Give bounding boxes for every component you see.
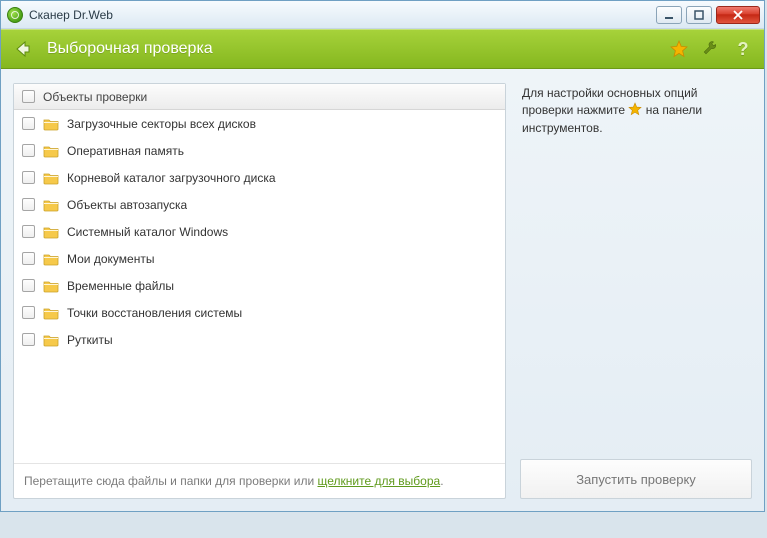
item-checkbox[interactable]: [22, 144, 35, 157]
hint-line1: Для настройки основных опций: [522, 86, 697, 100]
maximize-button[interactable]: [686, 6, 712, 24]
settings-hint: Для настройки основных опций проверки на…: [520, 83, 752, 137]
app-icon: [7, 7, 23, 23]
list-item[interactable]: Точки восстановления системы: [14, 299, 505, 326]
favorite-button[interactable]: [670, 40, 688, 58]
item-checkbox[interactable]: [22, 279, 35, 292]
folder-icon: [43, 225, 59, 239]
question-icon: ?: [738, 39, 749, 60]
folder-icon: [43, 333, 59, 347]
scan-objects-panel: Объекты проверки Загрузочные секторы все…: [13, 83, 506, 499]
item-label: Оперативная память: [67, 144, 184, 158]
run-scan-button[interactable]: Запустить проверку: [520, 459, 752, 499]
window-title: Сканер Dr.Web: [29, 8, 113, 22]
item-checkbox[interactable]: [22, 225, 35, 238]
help-button[interactable]: ?: [734, 40, 752, 58]
list-item[interactable]: Мои документы: [14, 245, 505, 272]
folder-icon: [43, 144, 59, 158]
star-icon: [670, 40, 688, 58]
run-scan-label: Запустить проверку: [576, 472, 696, 487]
list-item[interactable]: Временные файлы: [14, 272, 505, 299]
folder-icon: [43, 306, 59, 320]
item-label: Временные файлы: [67, 279, 174, 293]
item-checkbox[interactable]: [22, 171, 35, 184]
folder-icon: [43, 198, 59, 212]
titlebar[interactable]: Сканер Dr.Web: [1, 1, 764, 29]
item-checkbox[interactable]: [22, 117, 35, 130]
back-button[interactable]: [9, 35, 37, 63]
list-body: Загрузочные секторы всех дисков Оператив…: [14, 110, 505, 463]
hint-line2b: на панели: [642, 103, 702, 117]
folder-icon: [43, 252, 59, 266]
item-label: Руткиты: [67, 333, 113, 347]
list-header[interactable]: Объекты проверки: [14, 84, 505, 110]
list-item[interactable]: Загрузочные секторы всех дисков: [14, 110, 505, 137]
drop-hint: Перетащите сюда файлы и папки для провер…: [14, 463, 505, 498]
browse-link[interactable]: щелкните для выбора: [317, 474, 440, 488]
item-checkbox[interactable]: [22, 306, 35, 319]
list-item[interactable]: Системный каталог Windows: [14, 218, 505, 245]
page-title: Выборочная проверка: [47, 40, 670, 58]
settings-button[interactable]: [702, 40, 720, 58]
header-toolbar: ?: [670, 40, 752, 58]
wrench-icon: [702, 40, 720, 58]
minimize-button[interactable]: [656, 6, 682, 24]
folder-icon: [43, 279, 59, 293]
item-label: Объекты автозапуска: [67, 198, 187, 212]
item-label: Мои документы: [67, 252, 154, 266]
client-area: Объекты проверки Загрузочные секторы все…: [1, 69, 764, 511]
item-checkbox[interactable]: [22, 252, 35, 265]
drop-hint-suffix: .: [440, 474, 443, 488]
select-all-checkbox[interactable]: [22, 90, 35, 103]
content-row: Объекты проверки Загрузочные секторы все…: [13, 83, 752, 499]
side-panel: Для настройки основных опций проверки на…: [520, 83, 752, 499]
item-label: Корневой каталог загрузочного диска: [67, 171, 276, 185]
hint-line3: инструментов.: [522, 121, 603, 135]
list-item[interactable]: Руткиты: [14, 326, 505, 353]
hint-line2a: проверки нажмите: [522, 103, 628, 117]
close-button[interactable]: [716, 6, 760, 24]
list-item[interactable]: Объекты автозапуска: [14, 191, 505, 218]
list-item[interactable]: Оперативная память: [14, 137, 505, 164]
list-header-label: Объекты проверки: [43, 90, 147, 104]
folder-icon: [43, 117, 59, 131]
app-window: Сканер Dr.Web Выборочная проверка: [0, 0, 765, 512]
star-icon: [628, 102, 642, 116]
item-checkbox[interactable]: [22, 198, 35, 211]
list-item[interactable]: Корневой каталог загрузочного диска: [14, 164, 505, 191]
folder-icon: [43, 171, 59, 185]
item-label: Точки восстановления системы: [67, 306, 242, 320]
item-checkbox[interactable]: [22, 333, 35, 346]
page-header: Выборочная проверка ?: [1, 29, 764, 69]
item-label: Загрузочные секторы всех дисков: [67, 117, 256, 131]
item-label: Системный каталог Windows: [67, 225, 228, 239]
drop-hint-prefix: Перетащите сюда файлы и папки для провер…: [24, 474, 317, 488]
arrow-left-icon: [14, 40, 32, 58]
